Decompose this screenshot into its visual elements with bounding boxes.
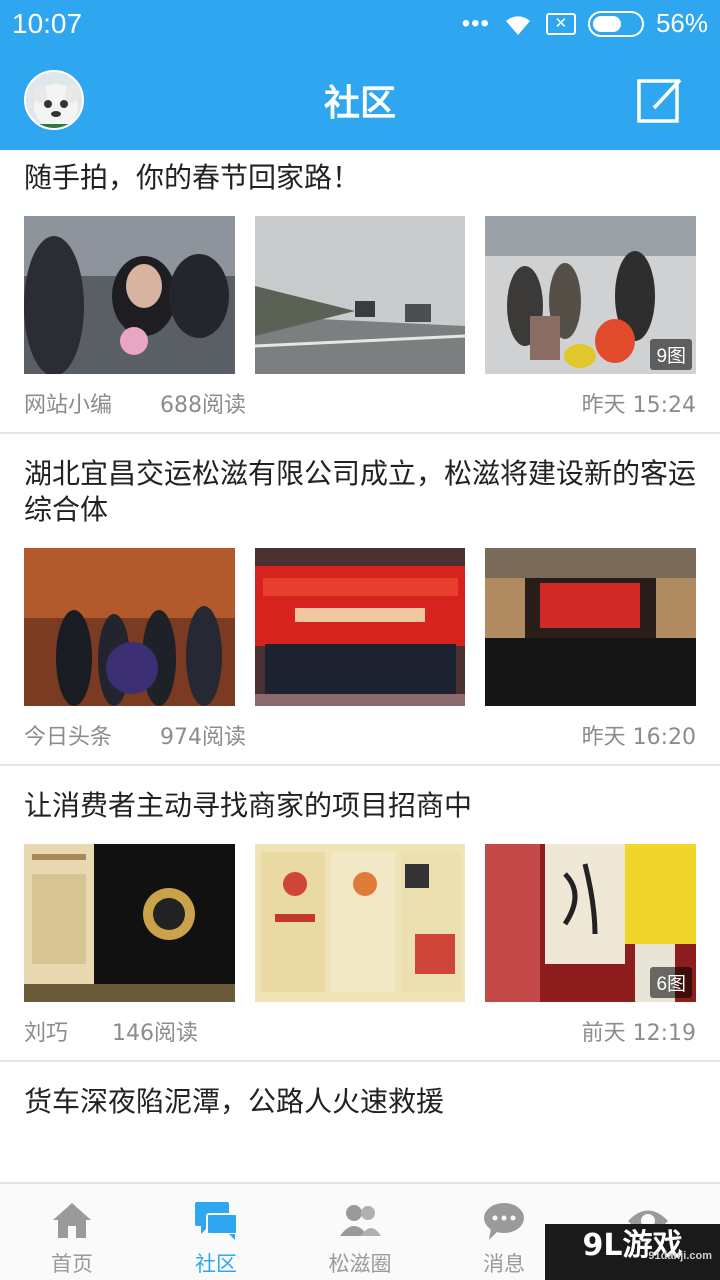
nav-label-home: 首页: [51, 1252, 93, 1276]
post-feed[interactable]: 随手拍，你的春节回家路！ 9图 网站小编 688阅读 昨天 15:24 湖北宜昌…: [0, 150, 720, 1182]
post-image[interactable]: [24, 216, 235, 374]
status-time: 10:07: [12, 8, 83, 39]
post-images: 9图: [24, 216, 697, 374]
nav-label-messages: 消息: [483, 1252, 525, 1276]
post-title[interactable]: 湖北宜昌交运松滋有限公司成立，松滋将建设新的客运综合体: [24, 434, 696, 528]
battery-icon: [587, 10, 644, 37]
post-image[interactable]: [254, 844, 466, 1002]
post-card[interactable]: 货车深夜陷泥潭，公路人火速救援: [0, 1062, 720, 1120]
group-icon: [340, 1205, 381, 1236]
status-bar: 10:07 ••• ✕ 56%: [0, 0, 720, 52]
nav-item-songzi-circle[interactable]: 松滋圈: [288, 1184, 432, 1280]
compose-icon[interactable]: [636, 76, 684, 124]
post-image[interactable]: [254, 216, 466, 374]
post-card[interactable]: 随手拍，你的春节回家路！ 9图 网站小编 688阅读 昨天 15:24: [0, 150, 720, 434]
post-meta: 刘巧 146阅读 前天 12:19: [24, 1002, 696, 1060]
image-count-badge: 6图: [650, 967, 693, 998]
post-reads: 146阅读: [112, 1021, 198, 1046]
nav-item-community[interactable]: 社区: [144, 1184, 288, 1280]
post-time: 昨天 15:24: [581, 393, 696, 418]
post-time: 昨天 16:20: [581, 725, 696, 750]
post-title[interactable]: 货车深夜陷泥潭，公路人火速救援: [24, 1062, 696, 1120]
battery-percent: 56%: [655, 8, 708, 38]
nav-label-songzi-circle: 松滋圈: [328, 1252, 392, 1276]
status-icons: ••• ✕ 56%: [462, 8, 708, 39]
post-reads: 974阅读: [160, 725, 246, 750]
signal-dots-icon: •••: [461, 9, 490, 37]
post-meta: 网站小编 688阅读 昨天 15:24: [24, 374, 696, 432]
post-title[interactable]: 让消费者主动寻找商家的项目招商中: [24, 766, 696, 824]
app-bar: 社区: [0, 52, 720, 150]
post-author: 刘巧: [24, 1021, 69, 1046]
watermark-url: 91danji.com: [648, 1250, 712, 1262]
post-reads: 688阅读: [160, 393, 246, 418]
message-icon: [484, 1203, 524, 1240]
post-images: [24, 548, 697, 706]
post-images: 6图: [24, 844, 697, 1002]
post-image[interactable]: [24, 844, 235, 1002]
no-sim-icon: ✕: [545, 12, 576, 35]
page-title: 社区: [323, 83, 396, 124]
nav-item-home[interactable]: 首页: [0, 1184, 144, 1280]
post-meta: 今日头条 974阅读 昨天 16:20: [24, 706, 696, 764]
post-image[interactable]: 6图: [485, 844, 697, 1002]
wifi-icon: [505, 15, 530, 35]
post-image[interactable]: [254, 548, 466, 706]
post-card[interactable]: 湖北宜昌交运松滋有限公司成立，松滋将建设新的客运综合体 今日头条 974阅读 昨…: [0, 434, 720, 766]
home-icon: [53, 1203, 91, 1238]
chat-bubbles-icon: [195, 1202, 238, 1240]
nav-label-community: 社区: [195, 1252, 237, 1276]
post-time: 前天 12:19: [581, 1021, 696, 1046]
post-author: 网站小编: [24, 393, 113, 418]
post-card[interactable]: 让消费者主动寻找商家的项目招商中 6图 刘巧 146阅读 前天 12:19: [0, 766, 720, 1062]
post-author: 今日头条: [24, 725, 113, 750]
post-image[interactable]: [485, 548, 697, 706]
post-title[interactable]: 随手拍，你的春节回家路！: [24, 150, 696, 196]
post-image[interactable]: [24, 548, 235, 706]
site-watermark: 9L游戏 91danji.com: [545, 1224, 720, 1280]
image-count-badge: 9图: [650, 339, 693, 370]
post-image[interactable]: 9图: [485, 216, 697, 374]
